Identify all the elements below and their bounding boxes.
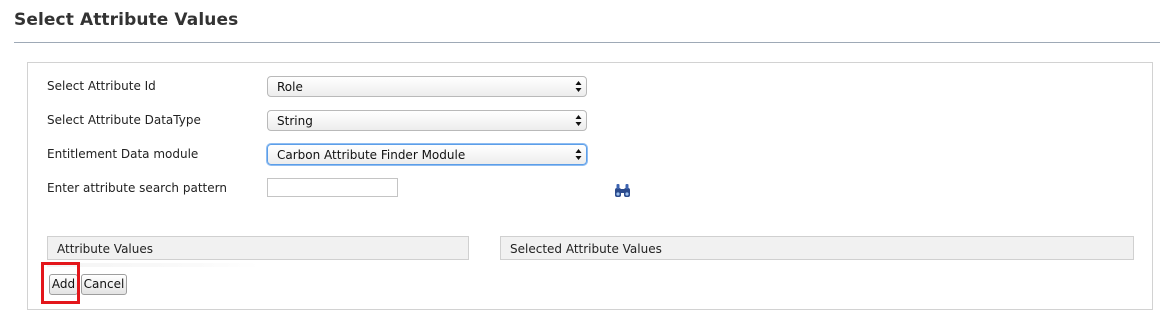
- entitlement-module-value: Carbon Attribute Finder Module: [277, 148, 466, 162]
- select-arrows-icon: [575, 149, 582, 160]
- add-button[interactable]: Add: [49, 274, 78, 295]
- search-pattern-label: Enter attribute search pattern: [47, 181, 227, 195]
- attribute-id-value: Role: [277, 80, 303, 94]
- page-title: Select Attribute Values: [14, 10, 239, 30]
- select-arrows-icon: [575, 81, 582, 92]
- selected-attribute-values-list-header: Selected Attribute Values: [500, 236, 1134, 260]
- page-header: Select Attribute Values: [14, 10, 1160, 43]
- attribute-values-panel: Select Attribute Id Role Select Attribut…: [27, 62, 1153, 310]
- entitlement-module-label: Entitlement Data module: [47, 147, 199, 161]
- select-arrows-icon: [575, 115, 582, 126]
- search-pattern-row: Enter attribute search pattern: [28, 178, 1152, 200]
- attribute-id-row: Select Attribute Id Role: [28, 76, 1152, 98]
- cancel-button[interactable]: Cancel: [81, 274, 127, 295]
- attribute-datatype-value: String: [277, 114, 313, 128]
- attribute-id-label: Select Attribute Id: [47, 79, 156, 93]
- entitlement-module-row: Entitlement Data module Carbon Attribute…: [28, 144, 1152, 166]
- attribute-values-list-header: Attribute Values: [47, 236, 469, 260]
- attribute-id-select[interactable]: Role: [267, 76, 587, 97]
- attribute-datatype-row: Select Attribute DataType String: [28, 110, 1152, 132]
- attribute-datatype-label: Select Attribute DataType: [47, 113, 201, 127]
- attribute-datatype-select[interactable]: String: [267, 110, 587, 131]
- search-pattern-input[interactable]: [267, 178, 398, 197]
- attribute-values-list[interactable]: [47, 263, 259, 267]
- entitlement-module-select[interactable]: Carbon Attribute Finder Module: [267, 144, 587, 165]
- binoculars-icon[interactable]: [614, 183, 631, 198]
